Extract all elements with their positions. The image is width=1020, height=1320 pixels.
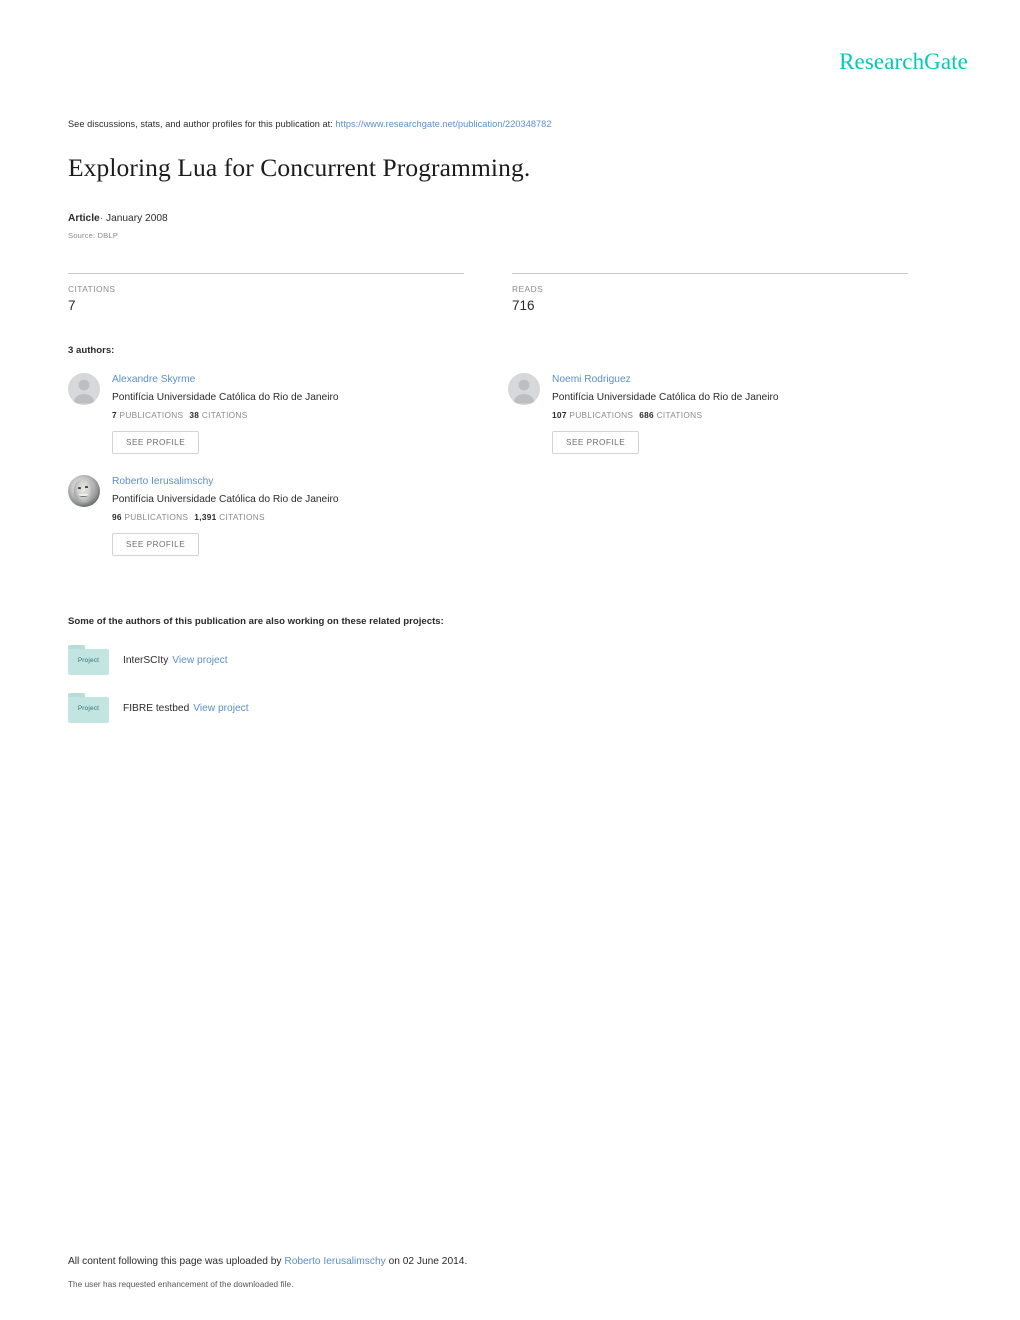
author-info: Alexandre Skyrme Pontifícia Universidade… <box>112 373 508 455</box>
author-card: Alexandre Skyrme Pontifícia Universidade… <box>68 373 508 455</box>
author-name-link[interactable]: Noemi Rodriguez <box>552 374 948 387</box>
project-text: FIBRE testbed View project <box>123 702 249 715</box>
project-name: FIBRE testbed <box>123 702 190 714</box>
author-publications-count: 107 <box>552 410 567 421</box>
avatar-eye-right <box>85 486 88 488</box>
author-card: Noemi Rodriguez Pontifícia Universidade … <box>508 373 948 455</box>
publication-date: January 2008 <box>105 213 168 225</box>
upload-suffix-text: on 02 June 2014. <box>388 1256 468 1267</box>
author-citations-count: 686 <box>639 410 654 421</box>
meta-separator: · <box>99 213 104 225</box>
publication-type: Article <box>68 213 100 225</box>
project-folder-icon: Project <box>68 693 109 724</box>
project-list: Project InterSCIty View project Project F… <box>68 645 948 724</box>
view-project-link[interactable]: View project <box>172 655 227 666</box>
stat-value-citations: 7 <box>68 298 76 314</box>
author-card: Roberto Ierusalimschy Pontifícia Univers… <box>68 475 508 557</box>
stat-label-citations: CITATIONS <box>68 284 116 295</box>
author-metrics: 96 PUBLICATIONS 1,391 CITATIONS <box>112 512 508 522</box>
author-publications-count: 7 <box>112 410 117 421</box>
avatar-photo <box>68 475 100 508</box>
author-publications-label: PUBLICATIONS <box>119 410 184 421</box>
upload-info: All content following this page was uplo… <box>68 1255 948 1269</box>
researchgate-logo: ResearchGate <box>839 49 968 74</box>
stat-label-reads: READS <box>512 284 544 295</box>
author-affiliation: Pontifícia Universidade Católica do Rio … <box>112 494 339 506</box>
author-affiliation: Pontifícia Universidade Católica do Rio … <box>552 391 779 403</box>
view-project-link[interactable]: View project <box>193 703 248 714</box>
authors-heading: 3 authors: <box>68 345 115 357</box>
project-folder-icon: Project <box>68 645 109 676</box>
stat-value-reads: 716 <box>512 298 535 314</box>
author-publications-label: PUBLICATIONS <box>124 512 189 523</box>
researchgate-cover-page: ResearchGate See discussions, stats, and… <box>0 0 1020 1320</box>
stat-divider <box>512 273 908 275</box>
stat-divider <box>68 273 464 275</box>
avatar-face-shape <box>74 479 93 504</box>
uploader-link[interactable]: Roberto Ierusalimschy <box>284 1256 385 1267</box>
author-citations-count: 1,391 <box>194 512 217 523</box>
author-citations-label: CITATIONS <box>219 512 265 523</box>
enhancement-note: The user has requested enhancement of th… <box>68 1279 294 1289</box>
project-icon-label: Project <box>77 657 100 665</box>
page-footer: All content following this page was uplo… <box>68 1255 948 1289</box>
author-name-link[interactable]: Alexandre Skyrme <box>112 374 508 387</box>
author-metrics: 7 PUBLICATIONS 38 CITATIONS <box>112 410 508 420</box>
stat-citations: CITATIONS 7 <box>68 273 464 314</box>
project-icon-label: Project <box>77 705 100 713</box>
see-profile-button[interactable]: SEE PROFILE <box>112 533 200 557</box>
publication-title: Exploring Lua for Concurrent Programming… <box>68 152 531 182</box>
author-publications-label: PUBLICATIONS <box>569 410 634 421</box>
discussions-prefix-text: See discussions, stats, and author profi… <box>68 119 333 129</box>
avatar-eye-left <box>78 487 81 489</box>
author-citations-label: CITATIONS <box>656 410 703 421</box>
project-name: InterSCIty <box>123 654 169 666</box>
author-info: Roberto Ierusalimschy Pontifícia Univers… <box>112 475 508 557</box>
avatar-placeholder-icon <box>68 373 100 406</box>
stats-row: CITATIONS 7 READS 716 <box>68 273 948 314</box>
publication-url-link[interactable]: https://www.researchgate.net/publication… <box>336 119 552 129</box>
author-publications-count: 96 <box>112 512 122 523</box>
discussions-line: See discussions, stats, and author profi… <box>68 118 948 131</box>
avatar-placeholder-icon <box>508 373 540 406</box>
see-profile-button[interactable]: SEE PROFILE <box>552 431 640 455</box>
see-profile-button[interactable]: SEE PROFILE <box>112 431 200 455</box>
project-text: InterSCIty View project <box>123 654 228 667</box>
upload-prefix-text: All content following this page was uplo… <box>68 1256 282 1267</box>
project-row: Project FIBRE testbed View project <box>68 693 948 724</box>
project-row: Project InterSCIty View project <box>68 645 948 676</box>
author-name-link[interactable]: Roberto Ierusalimschy <box>112 476 508 489</box>
main-content: See discussions, stats, and author profi… <box>68 118 948 741</box>
authors-grid: Alexandre Skyrme Pontifícia Universidade… <box>68 373 948 577</box>
projects-heading: Some of the authors of this publication … <box>68 616 444 628</box>
author-metrics: 107 PUBLICATIONS 686 CITATIONS <box>552 410 948 420</box>
publication-meta: Article· January 2008 <box>68 212 948 226</box>
author-affiliation: Pontifícia Universidade Católica do Rio … <box>112 391 339 403</box>
publication-source: Source: DBLP <box>68 231 118 241</box>
author-info: Noemi Rodriguez Pontifícia Universidade … <box>552 373 948 455</box>
author-citations-label: CITATIONS <box>201 410 248 421</box>
author-citations-count: 38 <box>189 410 200 421</box>
stat-reads: READS 716 <box>512 273 908 314</box>
